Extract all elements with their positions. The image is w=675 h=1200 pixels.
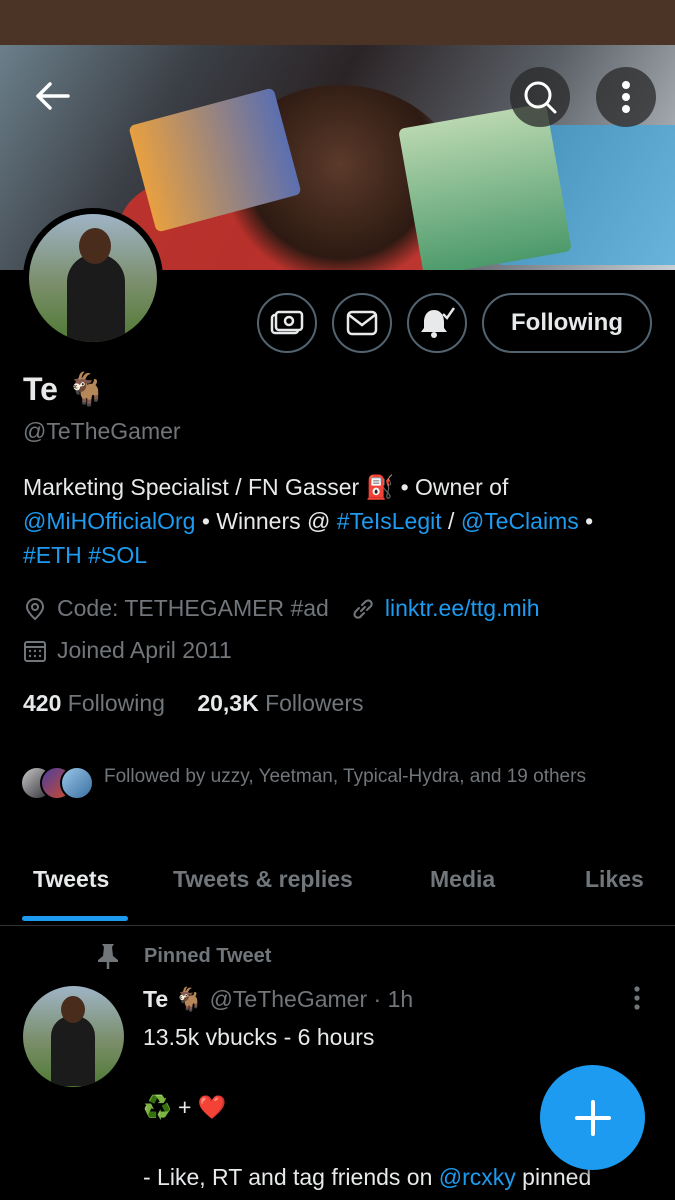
pinned-tweet-label: Pinned Tweet — [95, 942, 271, 970]
tweet-author-name[interactable]: Te 🐐 — [143, 986, 203, 1012]
profile-avatar[interactable] — [23, 208, 163, 348]
link-icon — [353, 599, 373, 619]
followers-stat[interactable]: 20,3K Followers — [197, 690, 363, 716]
profile-handle: @TeTheGamer — [23, 418, 181, 444]
profile-website-link[interactable]: linktr.ee/ttg.mih — [385, 595, 540, 622]
bio-hashtag-link[interactable]: #TeIsLegit — [337, 508, 442, 534]
following-button[interactable]: Following — [482, 293, 652, 353]
profile-stats: 420 Following 20,3K Followers — [23, 690, 364, 717]
plus-icon — [574, 1099, 611, 1136]
tip-button[interactable] — [257, 293, 317, 353]
followers-label: Followers — [265, 690, 364, 716]
bio-mention-link[interactable]: @TeClaims — [461, 508, 579, 534]
bio-text: Marketing Specialist / FN Gasser ⛽ • Own… — [23, 474, 509, 500]
pin-icon — [98, 944, 118, 969]
message-button[interactable] — [332, 293, 392, 353]
calendar-icon — [24, 640, 46, 662]
tab-media[interactable]: Media — [430, 866, 495, 893]
search-button[interactable] — [510, 67, 570, 127]
followers-count: 20,3K — [197, 690, 259, 716]
followed-by-row[interactable]: Followed by uzzy, Yeetman, Typical-Hydra… — [20, 762, 604, 800]
profile-joined-row: Joined April 2011 — [23, 637, 232, 664]
bio-text: • — [578, 508, 594, 534]
more-vertical-icon — [634, 986, 640, 1010]
message-icon — [346, 310, 378, 336]
avatar — [60, 766, 94, 800]
profile-meta-row: Code: TETHEGAMER #ad linktr.ee/ttg.mih — [23, 595, 540, 622]
followed-by-text: Followed by uzzy, Yeetman, Typical-Hydra… — [104, 766, 586, 787]
profile-location: Code: TETHEGAMER #ad — [57, 595, 329, 621]
tweet-more-button[interactable] — [628, 984, 646, 1019]
pinned-label-text: Pinned Tweet — [144, 944, 272, 967]
bio-hashtag-link[interactable]: #SOL — [88, 542, 147, 568]
active-tab-indicator — [22, 916, 128, 921]
following-label: Following — [67, 690, 165, 716]
notifications-button[interactable] — [407, 293, 467, 353]
compose-tweet-button[interactable] — [540, 1065, 645, 1170]
bio-mention-link[interactable]: @MiHOfficialOrg — [23, 508, 195, 534]
tab-tweets[interactable]: Tweets — [33, 866, 109, 893]
following-count: 420 — [23, 690, 62, 716]
tweet-author-avatar[interactable] — [23, 986, 124, 1087]
profile-joined-date: Joined April 2011 — [57, 637, 232, 663]
following-stat[interactable]: 420 Following — [23, 690, 165, 716]
more-options-button[interactable] — [596, 67, 656, 127]
tweet-text: - Like, RT and tag friends on — [143, 1164, 439, 1190]
bio-hashtag-link[interactable]: #ETH — [23, 542, 82, 568]
notifications-icon — [421, 307, 455, 338]
location-icon — [25, 597, 45, 620]
tab-likes[interactable]: Likes — [585, 866, 644, 893]
tweet-line: 13.5k vbucks - 6 hours — [143, 1024, 375, 1050]
tweet-author-handle[interactable]: @TeTheGamer — [210, 986, 368, 1012]
status-bar — [0, 0, 675, 45]
tweet-line: - Like, RT and tag friends on @rcxky pin… — [143, 1160, 643, 1195]
profile-name: Te 🐐 — [23, 371, 107, 407]
tip-icon — [270, 310, 304, 335]
tweet-mention-link[interactable]: @rcxky — [439, 1164, 516, 1190]
tab-tweets-replies[interactable]: Tweets & replies — [173, 866, 353, 893]
bio-text: • Winners @ — [195, 508, 337, 534]
profile-bio: Marketing Specialist / FN Gasser ⛽ • Own… — [23, 470, 653, 572]
tweet-header: Te 🐐 @TeTheGamer · 1h — [143, 986, 413, 1013]
back-button[interactable] — [22, 66, 82, 126]
arrow-left-icon — [36, 82, 70, 110]
search-icon — [524, 81, 557, 114]
tweet-time: · 1h — [367, 986, 414, 1012]
more-vertical-icon — [622, 81, 630, 113]
bio-text: / — [441, 508, 461, 534]
